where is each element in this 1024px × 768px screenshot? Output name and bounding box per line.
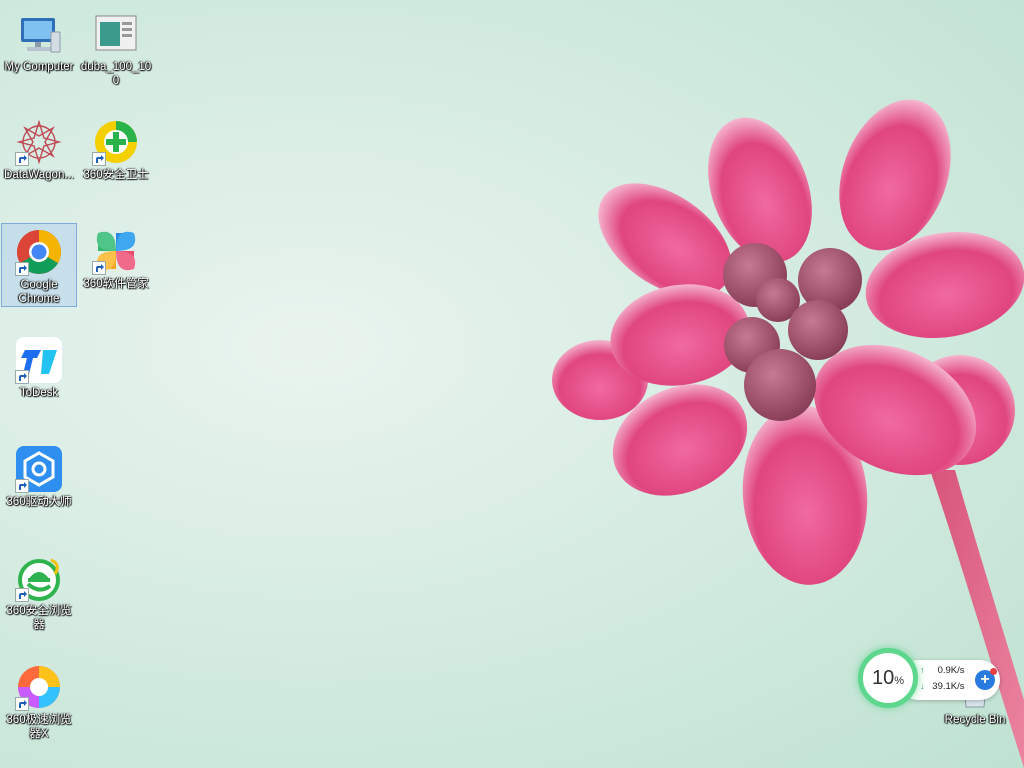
desktop-icon-label: 360驱动大师: [6, 496, 72, 508]
shortcut-arrow-icon: [15, 697, 29, 711]
desktop-icon-360-speed-browser-x[interactable]: 360极速浏览器X: [1, 659, 77, 741]
desktop-icon-360-safe[interactable]: 360安全卫士: [78, 114, 154, 182]
desktop-icon-label: 360安全卫士: [83, 169, 149, 181]
upload-speed: 0.9K/s: [937, 665, 965, 676]
download-speed: 39.1K/s: [932, 681, 965, 692]
upload-speed-row: ↑ 0.9K/s: [920, 665, 972, 676]
shortcut-arrow-icon: [15, 370, 29, 384]
download-arrow-icon: ↓: [920, 681, 925, 691]
usage-percent: 10: [871, 667, 895, 689]
percent-sign: %: [894, 675, 905, 687]
datawagon-icon: [15, 118, 63, 166]
accelerator-ball[interactable]: 10%: [858, 648, 918, 708]
plus-icon: +: [980, 671, 990, 688]
desktop-icon-google-chrome[interactable]: Google Chrome: [1, 223, 77, 307]
desktop-icon-label: My Computer: [4, 61, 74, 73]
upload-arrow-icon: ↑: [920, 665, 925, 675]
desktop-icon-label: 360极速浏览器X: [6, 714, 72, 740]
desktop-icon-label: Google Chrome: [18, 279, 60, 305]
360-speed-browser-icon: [15, 663, 63, 711]
desktop-icon-label: 360软件管家: [83, 278, 149, 290]
shortcut-arrow-icon: [15, 262, 29, 276]
desktop-icon-360-safe-browser[interactable]: 360安全浏览器: [1, 550, 77, 632]
desktop-icon-my-computer[interactable]: My Computer: [1, 6, 77, 74]
document-thumbnail-icon: [92, 10, 140, 58]
360-software-manager-icon: [92, 227, 140, 275]
shortcut-arrow-icon: [15, 152, 29, 166]
notification-dot: [990, 668, 997, 675]
shortcut-arrow-icon: [15, 479, 29, 493]
shortcut-arrow-icon: [92, 261, 106, 275]
desktop-icon-datawagon[interactable]: DataWagon...: [1, 114, 77, 182]
desktop-icon-label: 360安全浏览器: [6, 605, 72, 631]
desktop-icon-label: DataWagon...: [4, 169, 74, 181]
network-speed-widget[interactable]: ↑ 0.9K/s ↓ 39.1K/s + 10%: [858, 648, 1008, 712]
360-safe-guard-icon: [92, 118, 140, 166]
todesk-icon: [15, 336, 63, 384]
360-driver-master-icon: [15, 445, 63, 493]
add-button[interactable]: +: [975, 668, 997, 690]
desktop-icon-360-software-manager[interactable]: 360软件管家: [78, 223, 154, 291]
shortcut-arrow-icon: [92, 152, 106, 166]
360-browser-icon: [15, 554, 63, 602]
shortcut-arrow-icon: [15, 588, 29, 602]
download-speed-row: ↓ 39.1K/s: [920, 681, 972, 692]
computer-icon: [15, 10, 63, 58]
desktop-icon-360-driver-master[interactable]: 360驱动大师: [1, 441, 77, 509]
desktop-icon-duba[interactable]: duba_100_100: [78, 6, 154, 88]
desktop-icon-label: duba_100_100: [80, 61, 152, 87]
desktop-icon-label: Recycle Bin: [944, 714, 1006, 726]
desktop-icon-label: ToDesk: [19, 387, 59, 399]
chrome-icon: [15, 228, 63, 276]
desktop-icon-todesk[interactable]: ToDesk: [1, 332, 77, 400]
